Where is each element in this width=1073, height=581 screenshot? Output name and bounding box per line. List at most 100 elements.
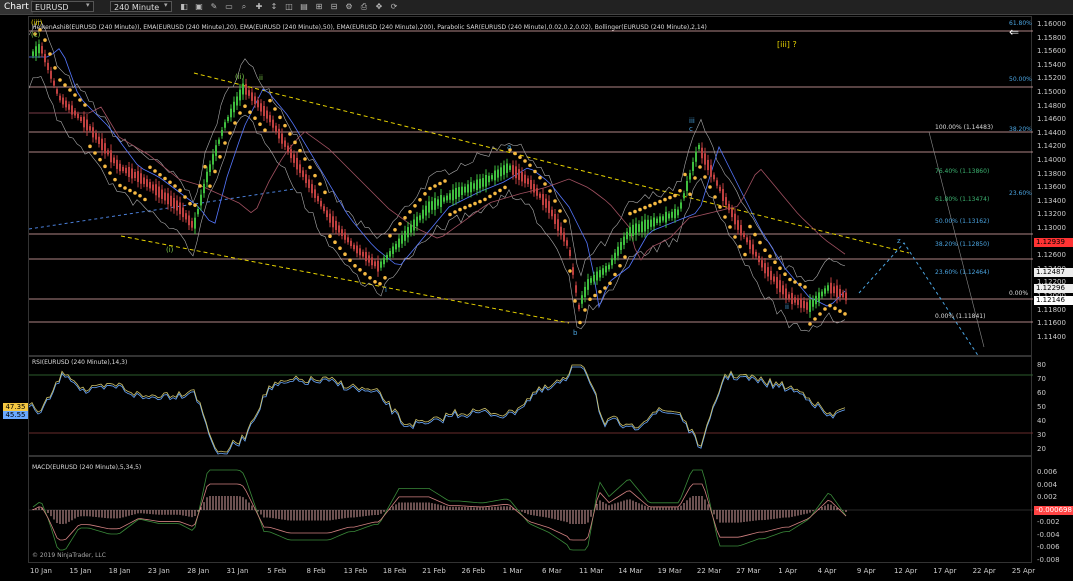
- toolbar-tool-icon[interactable]: ▣: [193, 1, 205, 13]
- sar-dot: [198, 184, 202, 188]
- candle-body: [824, 288, 826, 294]
- candle-body: [356, 245, 358, 254]
- chart-tab[interactable]: Chart: [0, 0, 33, 14]
- toolbar-tool-icon[interactable]: ⎙: [358, 1, 370, 13]
- candle-body: [842, 292, 844, 298]
- sar-dot: [638, 207, 642, 212]
- candle-body: [407, 227, 409, 238]
- candle-body: [821, 291, 823, 297]
- price-label: 1.12939: [1034, 238, 1073, 247]
- candle-body: [263, 105, 265, 117]
- toolbar-tool-icon[interactable]: ⊞: [313, 1, 325, 13]
- candle-body: [458, 187, 460, 197]
- rsi-panel[interactable]: RSI(EURUSD (240 Minute),14,3): [28, 356, 1033, 456]
- candle-body: [203, 183, 205, 194]
- candle-body: [491, 175, 493, 180]
- sar-dot: [448, 212, 452, 217]
- sar-dot: [63, 83, 67, 87]
- macd-panel[interactable]: MACD(EURUSD (240 Minute),5,34,5) © 2019 …: [28, 456, 1033, 563]
- candle-body: [377, 260, 379, 272]
- candle-body: [326, 210, 328, 218]
- sar-dot: [723, 215, 727, 219]
- bollinger-upper: [29, 20, 846, 282]
- interval-select[interactable]: 240 Minute: [110, 1, 172, 12]
- candle-body: [206, 171, 208, 183]
- wave-label: a: [507, 143, 511, 151]
- sar-dot: [213, 169, 217, 174]
- candle-body: [47, 62, 49, 70]
- toolbar-tool-icon[interactable]: ↕: [268, 1, 280, 13]
- chevron-down-icon[interactable]: ▾: [164, 1, 168, 9]
- sar-dot: [623, 255, 627, 259]
- candle-body: [734, 213, 736, 225]
- candle-body: [194, 217, 196, 229]
- toolbar-tool-icon[interactable]: ⟳: [388, 1, 400, 13]
- fib-level-label: 23.60% (1.12464): [935, 269, 989, 276]
- candle-body: [749, 240, 751, 250]
- toolbar-tool-icon[interactable]: ▭: [223, 1, 235, 13]
- sar-dot: [313, 173, 317, 178]
- candle-body: [683, 193, 685, 199]
- price-panel[interactable]: 100.00% (1.14483) 76.40% (1.13860) 61.80% …: [28, 16, 1033, 357]
- sar-dot: [353, 264, 357, 268]
- sar-dot: [808, 322, 812, 326]
- sar-dot: [563, 219, 567, 223]
- candle-body: [119, 163, 121, 172]
- candle-body: [593, 275, 595, 282]
- sar-dot: [243, 104, 247, 108]
- candle-body: [62, 97, 64, 105]
- candle-body: [122, 166, 124, 172]
- price-tick-label: 1.13600: [1037, 183, 1066, 192]
- toolbar-tool-icon[interactable]: ◧: [178, 1, 190, 13]
- macd-value-label: -0.000698: [1034, 506, 1073, 515]
- sar-dot: [193, 203, 197, 207]
- rsi-line: [29, 364, 846, 453]
- time-axis-label: 18 Jan: [108, 567, 131, 575]
- price-tick-label: 1.15800: [1037, 33, 1066, 42]
- candle-body: [74, 110, 76, 116]
- price-tick-label: 1.15000: [1037, 88, 1066, 96]
- candle-body: [539, 193, 541, 198]
- candle-body: [320, 200, 322, 207]
- back-arrow-icon[interactable]: ⇐: [1009, 25, 1019, 39]
- candle-body: [590, 278, 592, 283]
- price-tick-label: 1.13400: [1037, 196, 1066, 205]
- candle-body: [353, 244, 355, 250]
- toolbar-tool-icon[interactable]: ◫: [283, 1, 295, 13]
- rsi-tick-label: 30: [1037, 431, 1046, 439]
- candle-body: [740, 225, 742, 236]
- toolbar-tool-icon[interactable]: ▤: [298, 1, 310, 13]
- candle-body: [269, 115, 271, 123]
- candle-body: [329, 213, 331, 223]
- candle-body: [647, 219, 649, 229]
- toolbar-tool-icon[interactable]: ✎: [208, 1, 220, 13]
- candle-body: [488, 175, 490, 183]
- candle-body: [761, 260, 763, 268]
- candle-body: [713, 174, 715, 180]
- toolbar-tool-icon[interactable]: ✥: [373, 1, 385, 13]
- chevron-down-icon[interactable]: ▾: [86, 1, 90, 9]
- candle-body: [512, 165, 514, 175]
- candle-body: [503, 165, 505, 175]
- price-chart[interactable]: 100.00% (1.14483) 76.40% (1.13860) 61.80% …: [29, 17, 1033, 357]
- sar-dot: [668, 195, 672, 200]
- fib-level-label: 61.80% (1.13474): [935, 196, 989, 203]
- candle-body: [248, 90, 250, 96]
- candle-body: [371, 257, 373, 266]
- toolbar-tool-icon[interactable]: ✚: [253, 1, 265, 13]
- candle-body: [641, 221, 643, 233]
- toolbar-tool-icon[interactable]: ⊟: [328, 1, 340, 13]
- ema-line: [29, 48, 846, 309]
- instrument-select[interactable]: EURUSD: [31, 1, 94, 12]
- candle-body: [626, 231, 628, 240]
- sar-dot: [103, 164, 107, 169]
- candle-body: [335, 220, 337, 230]
- candle-body: [44, 53, 46, 63]
- candle-body: [524, 174, 526, 184]
- sar-dot: [743, 252, 747, 257]
- toolbar-tool-icon[interactable]: ⌕: [238, 1, 250, 13]
- toolbar-tool-icon[interactable]: ⚙: [343, 1, 355, 13]
- rsi-tick-label: 40: [1037, 417, 1046, 425]
- candle-body: [608, 264, 610, 270]
- candle-body: [344, 232, 346, 240]
